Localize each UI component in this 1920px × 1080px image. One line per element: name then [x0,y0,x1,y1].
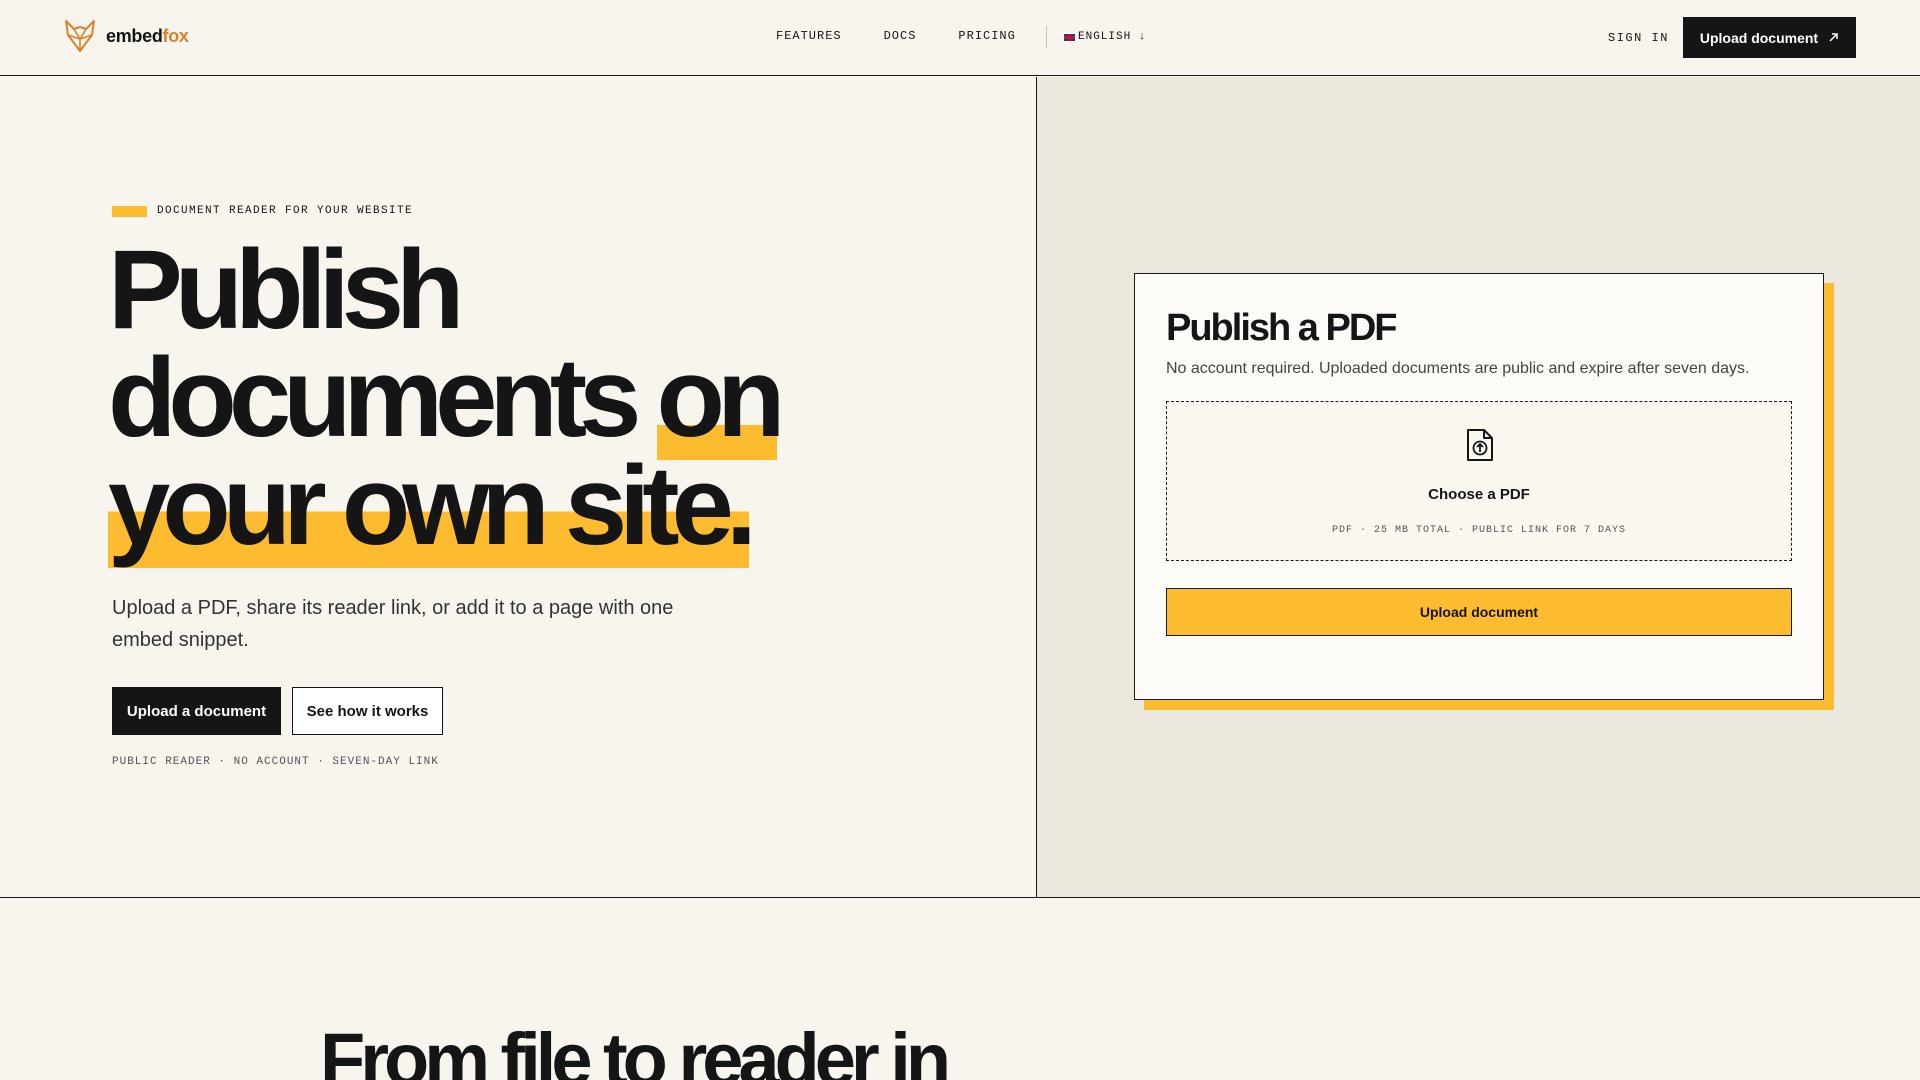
uk-flag-icon [1063,32,1076,42]
pdf-dropzone[interactable]: Choose a PDF PDF · 25 MB TOTAL · PUBLIC … [1166,401,1792,561]
upload-a-document-button[interactable]: Upload a document [112,687,281,735]
nav-features[interactable]: FEATURES [776,29,842,43]
hero-subtext: Upload a PDF, share its reader link, or … [112,597,674,651]
arrow-up-right-icon [1829,33,1838,42]
header-upload-label: Upload document [1699,29,1819,46]
eyebrow-text: DOCUMENT READER FOR YOUR WEBSITE [157,205,414,217]
card-description: No account required. Uploaded documents … [1166,360,1750,377]
sign-in-link[interactable]: SIGN IN [1608,31,1669,45]
see-how-it-works-button[interactable]: See how it works [292,687,443,735]
eyebrow-accent-bar [112,205,147,217]
file-upload-icon [1467,429,1493,461]
language-selector[interactable]: ENGLISH ↓ [1063,31,1146,43]
headline-line-1: Publish [108,227,464,352]
headline-line-3: your own site. [108,443,757,568]
card-upload-button[interactable]: Upload document [1166,588,1792,636]
header-upload-button[interactable]: Upload document [1683,17,1856,58]
dropzone-meta: PDF · 25 MB TOTAL · PUBLIC LINK FOR 7 DA… [1331,525,1627,536]
publish-pdf-card: Publish a PDF No account required. Uploa… [1134,273,1824,700]
fox-icon [65,20,95,52]
nav-pricing[interactable]: PRICING [958,29,1015,43]
logo-wordmark: embedfox [106,25,189,46]
headline-line-2: documents [108,335,657,460]
hero-eyebrow: DOCUMENT READER FOR YOUR WEBSITE [112,205,413,217]
section-divider [0,897,1920,898]
hero-trust-line: PUBLIC READER · NO ACCOUNT · SEVEN-DAY L… [112,756,439,768]
logo[interactable]: embedfox [64,19,189,53]
card-title: Publish a PDF [1166,307,1397,349]
hero-headline: Publish documents on your own site. [108,234,1008,568]
language-label: ENGLISH ↓ [1078,31,1147,43]
section-heading: From file to reader in [320,1018,951,1080]
nav-divider [1046,26,1047,48]
main-nav: FEATURES DOCS PRICING [776,29,1016,43]
site-header: embedfox FEATURES DOCS PRICING ENGLISH ↓… [0,0,1920,76]
dropzone-title: Choose a PDF [1428,486,1530,503]
nav-docs[interactable]: DOCS [884,29,917,43]
headline-highlight-on: on [656,335,785,460]
